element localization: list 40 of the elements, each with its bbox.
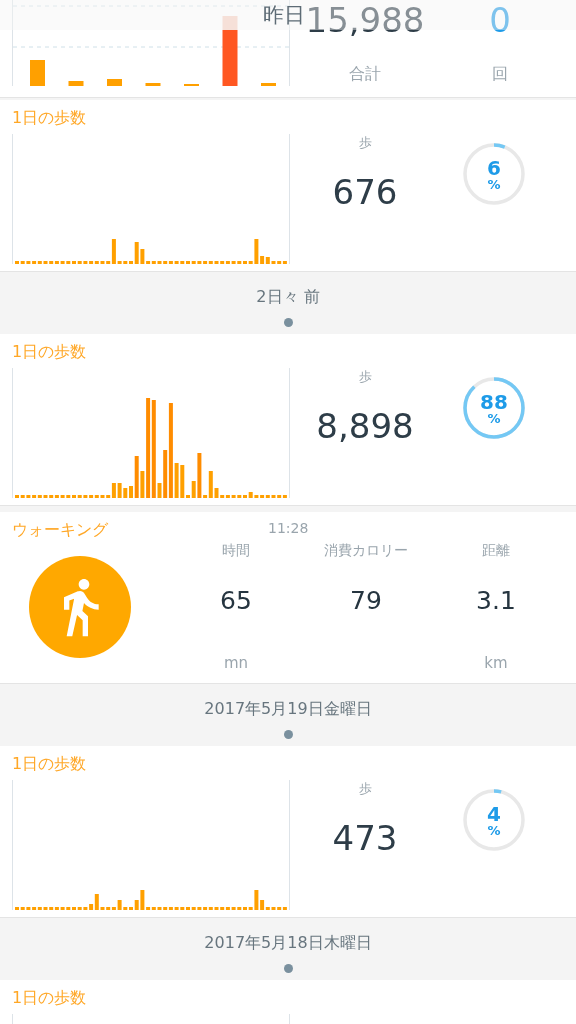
stat-label: 時間 [222,542,250,560]
card-title: 1日の歩数 [12,342,87,362]
percent-value: 6 [487,157,501,178]
stat-value: 79 [350,586,382,615]
stat-label: 消費カロリー [324,542,408,560]
time-label: 11:28 [268,520,309,536]
card-title: 1日の歩数 [12,108,87,128]
percent-value: 4 [487,803,501,824]
stat-value: 65 [220,586,252,615]
card-title: 1日の歩数 [12,988,87,1008]
progress-ring [462,376,526,440]
timeline-dot [283,730,293,739]
date-label: 2017年5月18日木曜日 [204,933,372,954]
header-title: 昨日 [263,2,305,29]
stat-unit: mn [223,654,249,672]
progress-ring [462,788,526,852]
date-label: 2日々 前 [256,287,320,308]
total-label: 合計 [349,64,381,85]
card-title: ウォーキング [12,520,108,540]
timeline-dot [283,964,293,973]
unit-label: 歩 [358,368,372,386]
percent-sign: % [487,823,501,837]
unit-label: 歩 [358,780,372,798]
step-count: 473 [332,818,398,858]
percent-value: 88 [480,391,508,412]
timeline-dot [283,318,293,327]
count-label: 回 [492,64,508,85]
total-value: 15,988 [305,0,425,40]
step-count: 676 [332,172,398,212]
date-label: 2017年5月19日金曜日 [204,699,372,720]
percent-sign: % [487,411,501,425]
stat-unit: km [484,654,508,672]
stat-value: 3.1 [476,586,516,615]
percent-sign: % [487,177,501,191]
step-count: 8,898 [316,406,414,446]
progress-ring [462,142,526,206]
card-title: 1日の歩数 [12,754,87,774]
unit-label: 歩 [358,134,372,152]
stat-label: 距離 [482,542,510,560]
count-value: 0 [489,0,511,40]
